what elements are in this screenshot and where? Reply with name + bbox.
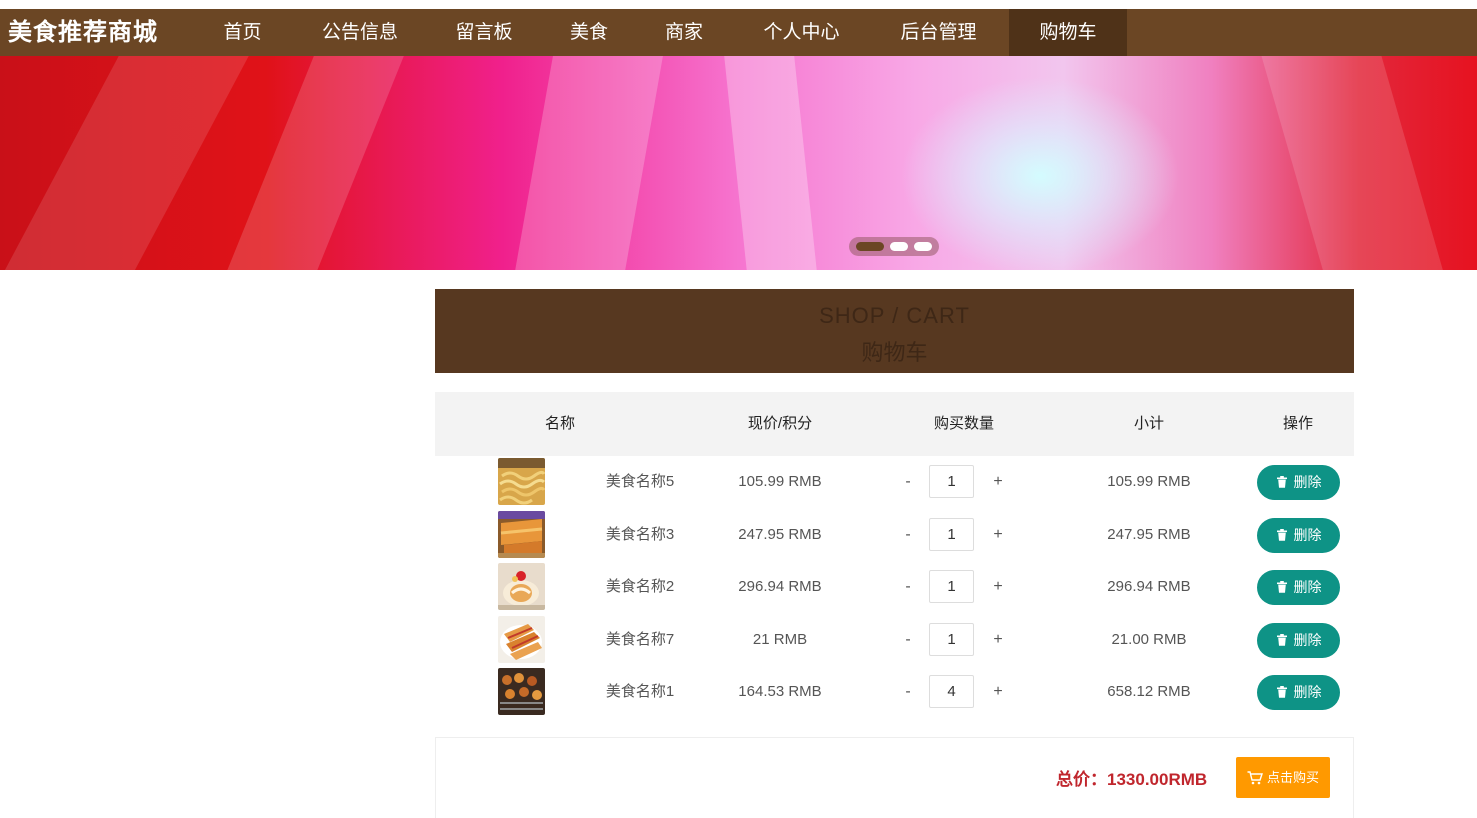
nav-item-home[interactable]: 首页	[205, 9, 280, 56]
decrease-quantity-button[interactable]: -	[898, 614, 918, 666]
decrease-quantity-button[interactable]: -	[898, 666, 918, 718]
delete-label: 删除	[1293, 474, 1322, 490]
column-header-quantity: 购买数量	[933, 415, 994, 432]
cart-row: 美食名称3 247.95 RMB - + 247.95 RMB 删除	[435, 509, 1354, 561]
delete-button[interactable]: 删除	[1257, 675, 1340, 710]
increase-quantity-button[interactable]: +	[988, 456, 1008, 508]
cart-table-header: 名称 现价/积分 购买数量 小计 操作	[435, 392, 1354, 456]
cart-section-header: SHOP / CART 购物车	[435, 289, 1354, 373]
banner-light-ray	[1250, 56, 1462, 270]
food-thumbnail[interactable]	[498, 668, 545, 715]
food-thumbnail[interactable]	[498, 458, 545, 505]
section-title-cn: 购物车	[861, 340, 928, 365]
cart-row: 美食名称2 296.94 RMB - + 296.94 RMB 删除	[435, 561, 1354, 613]
item-price: 21 RMB	[752, 631, 808, 648]
nav-item-profile[interactable]: 个人中心	[735, 9, 868, 56]
delete-label: 删除	[1293, 632, 1322, 648]
item-name: 美食名称1	[605, 683, 675, 700]
banner-light-ray	[200, 56, 420, 270]
item-name: 美食名称2	[605, 578, 675, 595]
trash-icon	[1276, 686, 1287, 698]
delete-button[interactable]: 删除	[1257, 465, 1340, 500]
banner-light-ray	[503, 56, 670, 270]
carousel-dot-1[interactable]	[856, 242, 884, 251]
carousel-dot-2[interactable]	[890, 242, 908, 251]
delete-button[interactable]: 删除	[1257, 623, 1340, 658]
food-thumbnail[interactable]	[498, 616, 545, 663]
food-thumbnail[interactable]	[498, 511, 545, 558]
item-name: 美食名称7	[605, 631, 675, 648]
hero-banner	[0, 56, 1477, 270]
item-price: 296.94 RMB	[738, 578, 822, 595]
increase-quantity-button[interactable]: +	[988, 509, 1008, 561]
cart-row: 美食名称5 105.99 RMB - + 105.99 RMB 删除	[435, 456, 1354, 508]
item-price: 164.53 RMB	[738, 683, 822, 700]
item-subtotal: 105.99 RMB	[1107, 473, 1191, 490]
item-subtotal: 21.00 RMB	[1111, 631, 1187, 648]
nav-item-food[interactable]: 美食	[545, 9, 633, 56]
top-nav-bar: 美食推荐商城 首页 公告信息 留言板 美食 商家 个人中心 后台管理 购物车	[0, 9, 1477, 56]
buy-button[interactable]: 点击购买	[1236, 757, 1330, 798]
trash-icon	[1276, 634, 1287, 646]
item-price: 105.99 RMB	[738, 473, 822, 490]
item-name: 美食名称3	[605, 526, 675, 543]
food-thumbnail[interactable]	[498, 563, 545, 610]
cart-icon	[1247, 771, 1263, 785]
decrease-quantity-button[interactable]: -	[898, 509, 918, 561]
carousel-dot-3[interactable]	[914, 242, 932, 251]
decrease-quantity-button[interactable]: -	[898, 456, 918, 508]
cart-row: 美食名称7 21 RMB - + 21.00 RMB 删除	[435, 614, 1354, 666]
cart-summary: 总价：1330.00RMB 点击购买	[435, 737, 1354, 818]
item-price: 247.95 RMB	[738, 526, 822, 543]
quantity-input[interactable]	[929, 570, 974, 603]
nav-item-admin[interactable]: 后台管理	[872, 9, 1005, 56]
item-subtotal: 658.12 RMB	[1107, 683, 1191, 700]
total-price: 总价：1330.00RMB	[1056, 770, 1208, 789]
banner-light-ray	[720, 56, 824, 270]
delete-label: 删除	[1293, 579, 1322, 595]
column-header-actions: 操作	[1282, 415, 1313, 432]
buy-label: 点击购买	[1266, 770, 1319, 785]
delete-button[interactable]: 删除	[1257, 570, 1340, 605]
column-header-price: 现价/积分	[747, 415, 813, 432]
delete-label: 删除	[1293, 527, 1322, 543]
nav-item-announcements[interactable]: 公告信息	[300, 9, 420, 56]
item-subtotal: 296.94 RMB	[1107, 578, 1191, 595]
banner-glow	[900, 76, 1180, 270]
nav-item-message-board[interactable]: 留言板	[430, 9, 538, 56]
nav-item-cart[interactable]: 购物车	[1009, 9, 1127, 56]
section-title-en: SHOP / CART	[819, 303, 970, 328]
decrease-quantity-button[interactable]: -	[898, 561, 918, 613]
item-name: 美食名称5	[605, 473, 675, 490]
delete-label: 删除	[1293, 684, 1322, 700]
trash-icon	[1276, 529, 1287, 541]
nav-item-merchants[interactable]: 商家	[640, 9, 728, 56]
item-subtotal: 247.95 RMB	[1107, 526, 1191, 543]
quantity-input[interactable]	[929, 518, 974, 551]
quantity-input[interactable]	[929, 465, 974, 498]
delete-button[interactable]: 删除	[1257, 518, 1340, 553]
site-brand[interactable]: 美食推荐商城	[8, 9, 158, 56]
increase-quantity-button[interactable]: +	[988, 561, 1008, 613]
column-header-name: 名称	[544, 415, 575, 432]
cart-row: 美食名称1 164.53 RMB - + 658.12 RMB 删除	[435, 666, 1354, 718]
trash-icon	[1276, 476, 1287, 488]
quantity-input[interactable]	[929, 623, 974, 656]
banner-light-ray	[0, 56, 271, 270]
increase-quantity-button[interactable]: +	[988, 666, 1008, 718]
quantity-input[interactable]	[929, 675, 974, 708]
trash-icon	[1276, 581, 1287, 593]
increase-quantity-button[interactable]: +	[988, 614, 1008, 666]
column-header-subtotal: 小计	[1133, 415, 1164, 432]
carousel-indicators	[849, 237, 939, 256]
